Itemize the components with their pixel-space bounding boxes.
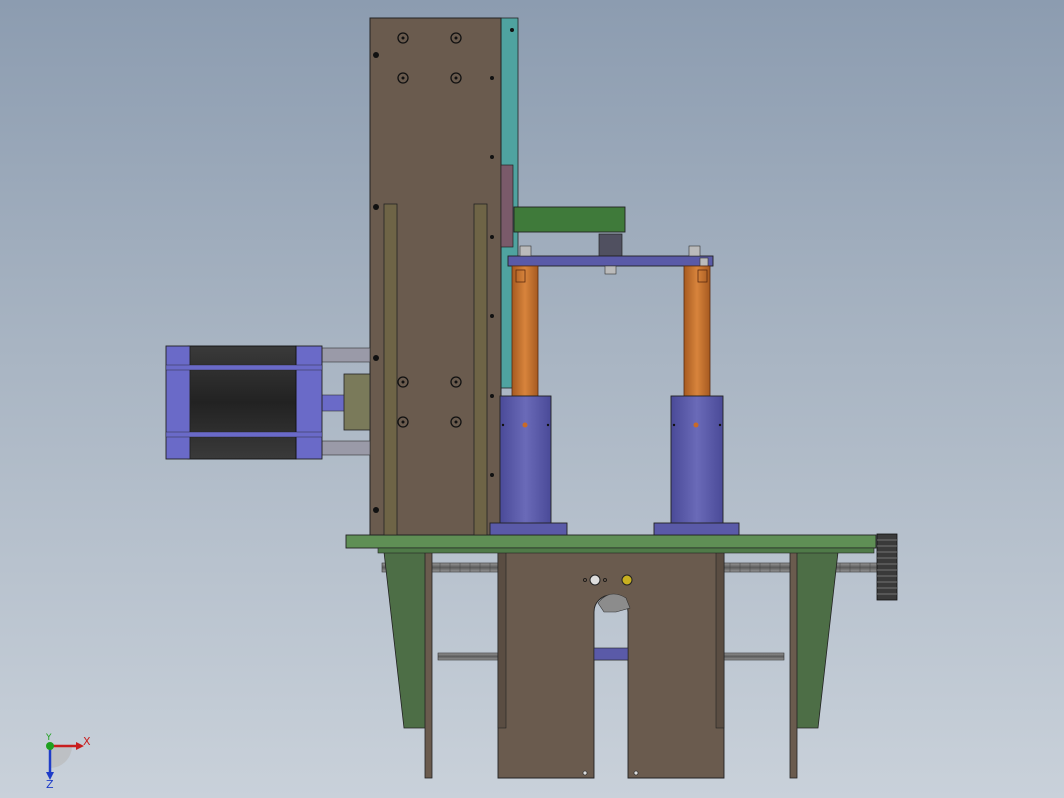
cylinder-right [653,395,740,536]
left-upright [424,551,433,779]
base-plate [345,534,877,549]
stepper-motor [165,345,371,460]
frame-hole [633,770,639,776]
orange-rod-right [683,265,711,397]
triad-plane-icon [50,746,72,768]
platform-nut [519,245,532,257]
motor-flange-front [295,345,323,460]
base-plate-underside [377,547,875,554]
triad-z-label: Z [46,778,54,791]
motor-standoff [321,347,371,363]
vertical-column [369,17,519,536]
orange-rod-left [511,265,539,397]
gauge-icon [589,574,601,586]
center-frame-left-edge [497,551,507,729]
motor-flange-rear [165,345,191,460]
axis-triad [46,742,84,780]
center-crossbar [593,647,629,661]
platform-nut [688,245,701,257]
cylinder-left [489,395,568,536]
motor-shaft [321,394,347,412]
right-upright [789,551,798,779]
platform-plate [507,255,714,267]
guide-rail-right [473,203,488,536]
top-platform-assembly [507,206,714,275]
arm-hub [598,233,623,257]
motor-standoff [321,440,371,456]
coupling [343,373,371,431]
guide-rail-left [383,203,398,536]
yellow-knob-icon [621,574,633,586]
triad-x-label: X [83,735,91,748]
lower-frame [381,533,898,779]
cad-viewport[interactable]: X Y Z [0,0,1064,798]
center-frame-right-edge [715,551,725,729]
triad-y-label: Y [46,733,52,743]
green-arm [513,206,626,233]
platform-nut [604,265,617,275]
cad-assembly-drawing [46,17,898,780]
adjust-knob-icon[interactable] [876,533,898,601]
motor-band [165,364,323,371]
frame-hole [582,770,588,776]
motor-body [187,345,297,460]
slider-block [500,164,514,248]
center-frame-plate [497,547,725,779]
left-side-bracket [383,551,429,729]
motor-band [165,431,323,438]
platform-nut [699,257,709,267]
right-side-bracket [794,551,839,729]
